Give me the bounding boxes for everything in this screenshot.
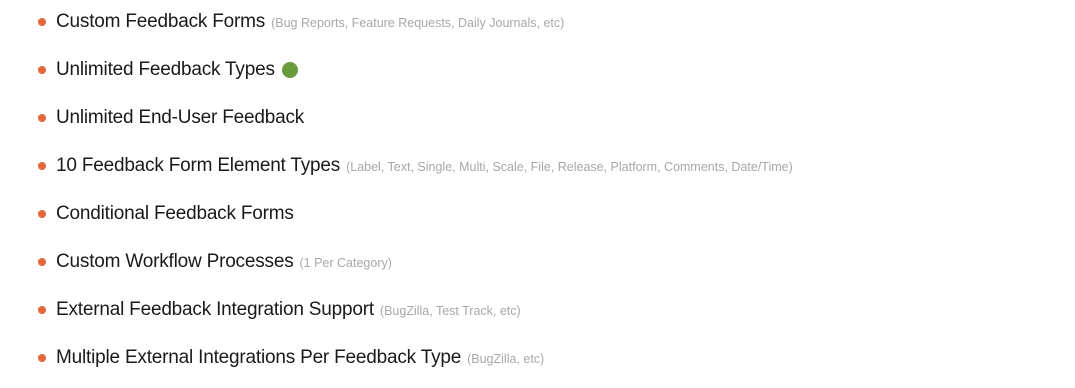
list-item: Custom Feedback Forms (Bug Reports, Feat… [0, 2, 1075, 42]
bullet-icon [38, 114, 46, 122]
bullet-icon [38, 210, 46, 218]
bullet-icon [38, 354, 46, 362]
feature-note: (Bug Reports, Feature Requests, Daily Jo… [271, 16, 565, 30]
feature-note: (Label, Text, Single, Multi, Scale, File… [346, 160, 793, 174]
list-item: Multiple External Integrations Per Feedb… [0, 338, 1075, 378]
bullet-icon [38, 258, 46, 266]
bullet-icon [38, 18, 46, 26]
list-item: Unlimited Feedback Types [0, 50, 1075, 90]
feature-label: Custom Feedback Forms [56, 11, 266, 32]
green-status-dot-icon [281, 62, 298, 78]
list-item: 10 Feedback Form Element Types (Label, T… [0, 146, 1075, 186]
bullet-icon [38, 66, 46, 74]
bullet-icon [38, 162, 46, 170]
list-item: Unlimited End-User Feedback [0, 98, 1075, 138]
feature-label: Unlimited Feedback Types [56, 59, 275, 80]
feature-label: Unlimited End-User Feedback [56, 107, 305, 128]
feature-label: 10 Feedback Form Element Types [56, 155, 341, 176]
feature-label: Custom Workflow Processes [56, 251, 294, 272]
bullet-icon [38, 306, 46, 314]
feature-note: (BugZilla, etc) [467, 352, 545, 366]
feature-note: (BugZilla, Test Track, etc) [379, 304, 521, 318]
list-item: External Feedback Integration Support (B… [0, 290, 1075, 330]
feature-label: Conditional Feedback Forms [56, 203, 294, 224]
feature-label: External Feedback Integration Support [56, 299, 374, 320]
feature-label: Multiple External Integrations Per Feedb… [56, 347, 462, 368]
list-item: Conditional Feedback Forms [0, 194, 1075, 234]
feature-note: (1 Per Category) [299, 256, 392, 270]
list-item: Custom Workflow Processes (1 Per Categor… [0, 242, 1075, 282]
